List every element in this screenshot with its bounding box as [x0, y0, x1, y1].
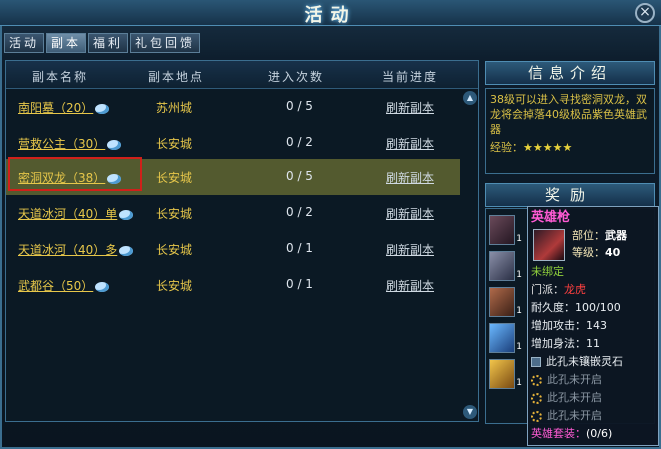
level-label: 等级： — [572, 246, 605, 259]
level-value: 40 — [605, 246, 621, 259]
window-title: 活动 — [304, 5, 357, 26]
dungeon-name-link[interactable]: 天道冰河（40）多 — [18, 243, 117, 257]
selection-highlight — [8, 157, 142, 191]
dungeon-location: 苏州城 — [156, 101, 193, 115]
suit-label: 英雄套装： — [531, 427, 586, 440]
tab-dungeon[interactable]: 副本 — [46, 33, 87, 53]
refresh-dungeon-link[interactable]: 刷新副本 — [386, 99, 434, 116]
list-header: 副本名称 副本地点 进入次数 当前进度 — [6, 61, 478, 89]
entry-count: 0 / 1 — [286, 277, 313, 291]
spear-icon — [533, 229, 565, 261]
dungeon-location: 长安城 — [156, 207, 193, 221]
entry-count: 0 / 1 — [286, 241, 313, 255]
entry-count: 0 / 5 — [286, 99, 313, 113]
tab-welfare[interactable]: 福利 — [88, 33, 129, 53]
spear-icon[interactable]: 1 — [489, 215, 522, 245]
reward-header: 奖励 — [485, 183, 655, 207]
table-row[interactable]: 武都谷（50） 长安城 0 / 1 刷新副本 — [6, 267, 460, 303]
entry-count: 0 / 2 — [286, 135, 313, 149]
swirl-icon — [119, 245, 134, 256]
refresh-dungeon-link[interactable]: 刷新副本 — [386, 277, 434, 294]
dungeon-location: 长安城 — [156, 137, 193, 151]
part-value: 武器 — [605, 229, 627, 242]
socket-locked: 此孔未开启 — [547, 391, 602, 404]
table-row[interactable]: 天道冰河（40）单 长安城 0 / 2 刷新副本 — [6, 195, 460, 231]
tab-bar: 活动 副本 福利 礼包回馈 — [4, 33, 201, 53]
dungeon-location: 长安城 — [156, 243, 193, 257]
tooltip-item-name: 英雄枪 — [531, 210, 571, 225]
entry-count: 0 / 2 — [286, 205, 313, 219]
refresh-dungeon-link[interactable]: 刷新副本 — [386, 241, 434, 258]
list-scrollbar[interactable]: ▲ ▼ — [462, 89, 478, 421]
faction-label: 门派： — [531, 283, 564, 296]
close-icon[interactable]: × — [635, 3, 655, 23]
swirl-icon — [119, 209, 134, 220]
info-text: 38级可以进入寻找密洞双龙，双龙将会掉落40级极品紫色英雄武器 — [490, 93, 647, 136]
dungeon-list: 副本名称 副本地点 进入次数 当前进度 南阳墓（20） 苏州城 0 / 5 刷新… — [5, 60, 479, 422]
info-header: 信息介绍 — [485, 61, 655, 85]
refresh-dungeon-link[interactable]: 刷新副本 — [386, 205, 434, 222]
armor-icon[interactable]: 1 — [489, 287, 522, 317]
locked-socket-icon — [531, 410, 542, 422]
socket-locked: 此孔未开启 — [547, 373, 602, 386]
refresh-dungeon-link[interactable]: 刷新副本 — [386, 135, 434, 152]
dungeon-name-link[interactable]: 营救公主（30） — [18, 137, 105, 151]
tab-gift-feedback[interactable]: 礼包回馈 — [130, 33, 201, 53]
locked-socket-icon — [531, 392, 542, 404]
info-panel: 38级可以进入寻找密洞双龙，双龙将会掉落40级极品紫色英雄武器 经验：★★★★★ — [485, 88, 655, 174]
gem-icon[interactable]: 1 — [489, 323, 522, 353]
attack-bonus: 增加攻击：143 — [531, 319, 607, 332]
header-count: 进入次数 — [268, 70, 325, 84]
swirl-icon — [95, 103, 110, 114]
table-row[interactable]: 营救公主（30） 长安城 0 / 2 刷新副本 — [6, 125, 460, 161]
item-tooltip: 英雄枪 部位：武器 等级：40 未绑定 门派：龙虎 耐久度：100/100 增加… — [527, 206, 659, 446]
agility-bonus: 增加身法：11 — [531, 337, 600, 350]
dungeon-name-link[interactable]: 武都谷（50） — [18, 279, 93, 293]
bind-status: 未绑定 — [531, 265, 564, 278]
swirl-icon — [107, 139, 122, 150]
header-name: 副本名称 — [32, 70, 89, 84]
part-label: 部位： — [572, 229, 605, 242]
socket-empty: 此孔未镶嵌灵石 — [546, 355, 623, 368]
faction-value: 龙虎 — [564, 283, 586, 296]
scroll-icon[interactable]: 1 — [489, 359, 522, 389]
title-bar: 活动 × — [0, 0, 661, 26]
header-progress: 当前进度 — [382, 70, 439, 84]
refresh-dungeon-link[interactable]: 刷新副本 — [386, 169, 434, 186]
entry-count: 0 / 5 — [286, 169, 313, 183]
swirl-icon — [95, 281, 110, 292]
durability: 耐久度：100/100 — [531, 301, 621, 314]
dungeon-name-link[interactable]: 天道冰河（40）单 — [18, 207, 117, 221]
scroll-down-icon[interactable]: ▼ — [463, 405, 477, 419]
suit-count: (0/6) — [586, 427, 613, 440]
claw-icon[interactable]: 1 — [489, 251, 522, 281]
table-row[interactable]: 南阳墓（20） 苏州城 0 / 5 刷新副本 — [6, 89, 460, 125]
dungeon-location: 长安城 — [156, 279, 193, 293]
dungeon-name-link[interactable]: 南阳墓（20） — [18, 101, 93, 115]
scroll-up-icon[interactable]: ▲ — [463, 91, 477, 105]
tab-activity[interactable]: 活动 — [4, 33, 45, 53]
exp-stars: ★★★★★ — [523, 141, 573, 154]
socket-locked: 此孔未开启 — [547, 409, 602, 422]
header-location: 副本地点 — [148, 70, 205, 84]
dungeon-location: 长安城 — [156, 171, 193, 185]
table-row[interactable]: 天道冰河（40）多 长安城 0 / 1 刷新副本 — [6, 231, 460, 267]
exp-label: 经验： — [490, 141, 523, 154]
locked-socket-icon — [531, 374, 542, 386]
socket-icon — [531, 357, 541, 367]
